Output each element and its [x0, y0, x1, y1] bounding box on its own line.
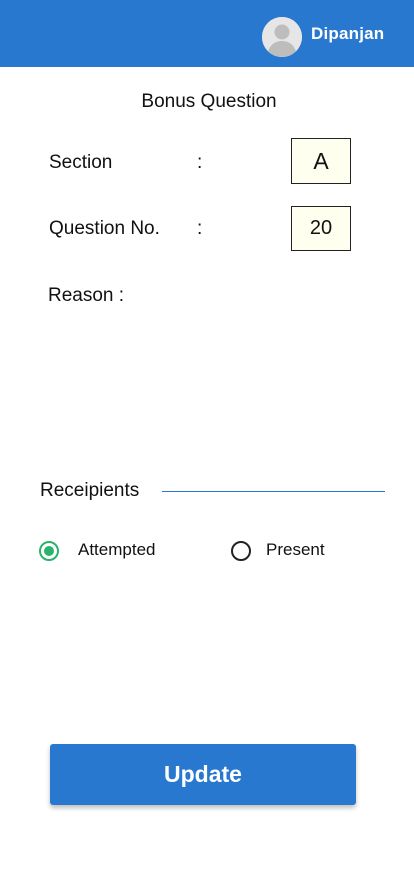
- attempted-radio-label[interactable]: Attempted: [78, 540, 156, 560]
- bonus-question-screen: Dipanjan Bonus Question Section : A Ques…: [0, 0, 414, 896]
- question-number-colon: :: [197, 218, 203, 239]
- question-number-label: Question No.: [49, 218, 160, 239]
- section-value-box: A: [291, 138, 351, 184]
- user-avatar-icon[interactable]: [262, 17, 302, 57]
- section-label: Section: [49, 152, 113, 173]
- present-radio-label[interactable]: Present: [266, 540, 325, 560]
- reason-label: Reason :: [48, 285, 125, 306]
- update-button[interactable]: Update: [50, 744, 356, 805]
- recipients-divider: [162, 491, 385, 492]
- section-colon: :: [197, 152, 203, 173]
- present-radio[interactable]: [231, 541, 251, 561]
- username[interactable]: Dipanjan: [311, 24, 384, 44]
- question-number-value-box: 20: [291, 206, 351, 251]
- page-title: Bonus Question: [141, 91, 277, 112]
- attempted-radio[interactable]: [39, 541, 59, 561]
- recipients-label: Receipients: [40, 480, 140, 501]
- app-header: Dipanjan: [0, 0, 414, 67]
